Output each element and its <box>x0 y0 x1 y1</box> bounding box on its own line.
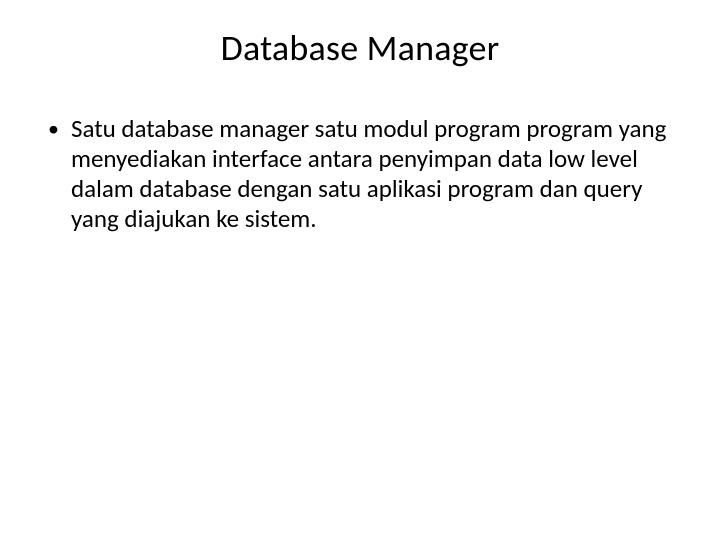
slide-title: Database Manager <box>36 26 684 70</box>
slide-body: • Satu database manager satu modul progr… <box>36 114 684 234</box>
bullet-item: • Satu database manager satu modul progr… <box>46 114 684 234</box>
bullet-marker-icon: • <box>48 114 59 144</box>
bullet-text: Satu database manager satu modul program… <box>71 114 684 234</box>
